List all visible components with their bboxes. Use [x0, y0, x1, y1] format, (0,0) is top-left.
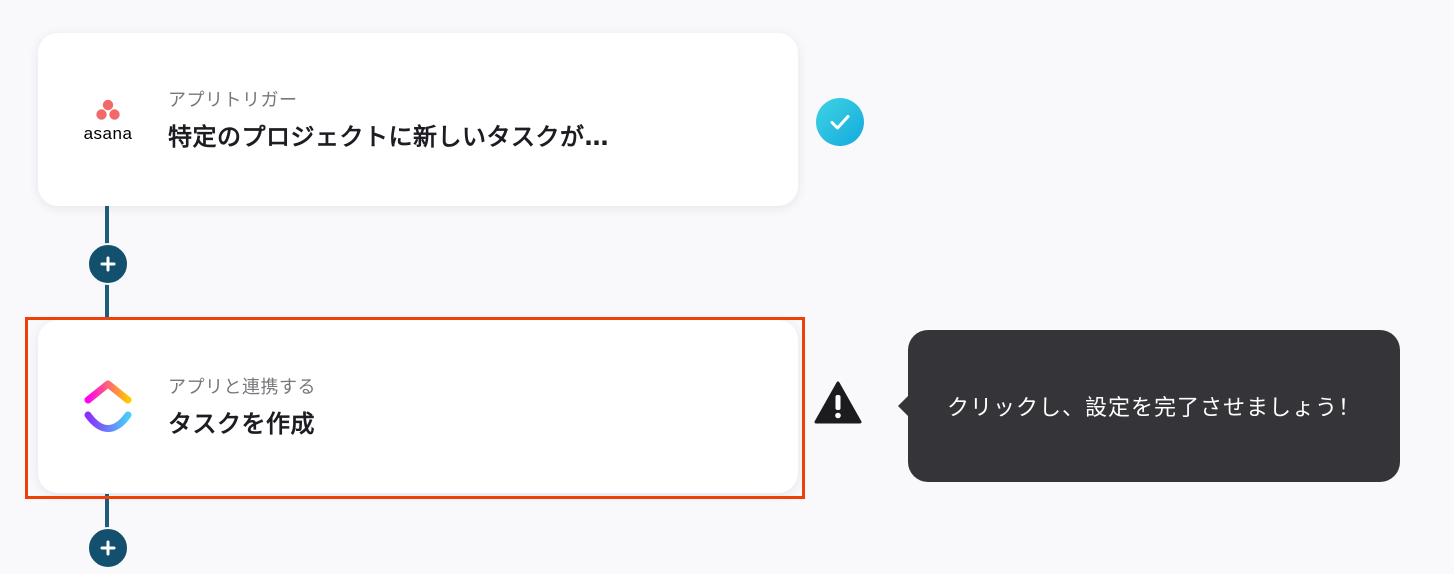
check-icon — [816, 98, 864, 146]
tooltip: クリックし、設定を完了させましょう！ — [898, 330, 1400, 482]
step-title: タスクを作成 — [168, 410, 315, 438]
tooltip-text: クリックし、設定を完了させましょう！ — [946, 396, 1361, 421]
plus-icon — [100, 540, 116, 556]
plus-icon — [100, 256, 116, 272]
step-card-trigger[interactable]: asana アプリトリガー 特定のプロジェクトに新しいタスクが… — [38, 33, 798, 206]
clickup-logo — [78, 377, 138, 437]
asana-logo-text: asana — [84, 124, 133, 143]
step-label: アプリトリガー — [168, 90, 298, 111]
add-step-button[interactable] — [87, 243, 129, 285]
add-step-button[interactable] — [87, 527, 129, 569]
step-card-action[interactable]: アプリと連携する タスクを作成 — [38, 320, 798, 493]
step-label: アプリと連携する — [168, 377, 316, 398]
asana-logo: asana — [78, 90, 138, 150]
step-title: 特定のプロジェクトに新しいタスクが… — [168, 123, 609, 151]
warning-icon — [813, 380, 863, 430]
